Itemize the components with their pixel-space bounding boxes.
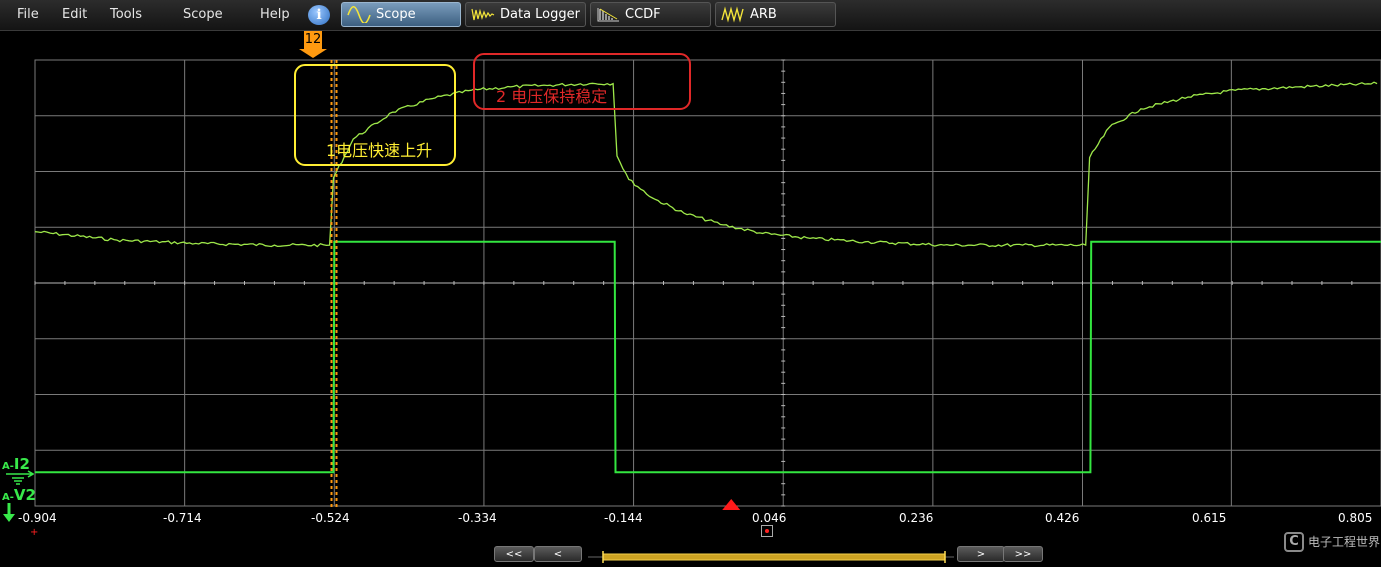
tab-ccdf[interactable]: CCDF bbox=[590, 2, 711, 27]
tab-ccdf-label: CCDF bbox=[625, 7, 661, 22]
scope-plot[interactable] bbox=[0, 30, 1381, 565]
scroll-right-button[interactable]: > bbox=[957, 546, 1005, 562]
ground-marker-icon bbox=[6, 470, 35, 486]
menu-bar: File Edit Tools Scope Help i Scope Data … bbox=[0, 0, 1381, 31]
x-tick-label: -0.904 bbox=[18, 511, 57, 525]
x-tick-label: -0.524 bbox=[311, 511, 350, 525]
time-scrollbar[interactable] bbox=[588, 548, 954, 563]
info-icon[interactable]: i bbox=[308, 5, 330, 25]
data-logger-icon bbox=[471, 8, 495, 21]
scroll-end-button[interactable]: >> bbox=[1003, 546, 1043, 562]
watermark-text: 电子工程世界 bbox=[1308, 535, 1381, 549]
graticule bbox=[34, 59, 1381, 507]
tab-arb[interactable]: ARB bbox=[715, 2, 836, 27]
annotation-stable: 2 电压保持稳定 bbox=[496, 87, 608, 106]
ccdf-icon bbox=[597, 8, 619, 22]
tab-arb-label: ARB bbox=[750, 7, 777, 22]
scroll-start-button[interactable]: << bbox=[494, 546, 534, 562]
menu-help[interactable]: Help bbox=[260, 7, 290, 22]
menu-edit[interactable]: Edit bbox=[62, 7, 87, 22]
voltage-trace-tag[interactable]: A-V2 bbox=[2, 485, 36, 504]
x-tick-label: 0.615 bbox=[1192, 511, 1227, 525]
menu-tools[interactable]: Tools bbox=[110, 7, 142, 22]
marker-arrow-icon bbox=[299, 49, 327, 58]
tab-scope[interactable]: Scope bbox=[341, 2, 461, 27]
marker-cursors[interactable] bbox=[330, 60, 741, 510]
tab-scope-label: Scope bbox=[376, 7, 416, 22]
series-line-i2 bbox=[35, 240, 1381, 474]
x-tick-label: 0.426 bbox=[1045, 511, 1080, 525]
voltage-offscreen-arrow-icon[interactable] bbox=[3, 503, 15, 523]
x-tick-label: -0.714 bbox=[163, 511, 202, 525]
tab-data-logger-label: Data Logger bbox=[500, 7, 580, 22]
arb-wave-icon bbox=[721, 6, 744, 23]
menu-scope[interactable]: Scope bbox=[183, 7, 223, 22]
marker-12-flag[interactable]: 12 bbox=[304, 31, 322, 49]
marker-flag-label: 12 bbox=[304, 32, 322, 47]
x-tick-label: -0.334 bbox=[458, 511, 497, 525]
annotation-rise: 1电压快速上升 bbox=[326, 141, 433, 160]
waveform-traces bbox=[34, 81, 1381, 474]
x-tick-label: 0.805 bbox=[1338, 511, 1373, 525]
reference-marker-icon: + bbox=[30, 527, 39, 538]
watermark-logo: C 电子工程世界 bbox=[1284, 530, 1381, 562]
scroll-left-button[interactable]: < bbox=[534, 546, 582, 562]
zoom-center-icon[interactable] bbox=[761, 525, 773, 537]
sine-wave-icon bbox=[347, 6, 371, 23]
menu-file[interactable]: File bbox=[17, 7, 39, 22]
x-tick-label: 0.236 bbox=[899, 511, 934, 525]
x-tick-label: -0.144 bbox=[604, 511, 643, 525]
tab-data-logger[interactable]: Data Logger bbox=[465, 2, 586, 27]
series-line-v2 bbox=[34, 81, 1378, 248]
trigger-marker bbox=[722, 499, 741, 510]
x-tick-label: 0.046 bbox=[752, 511, 787, 525]
